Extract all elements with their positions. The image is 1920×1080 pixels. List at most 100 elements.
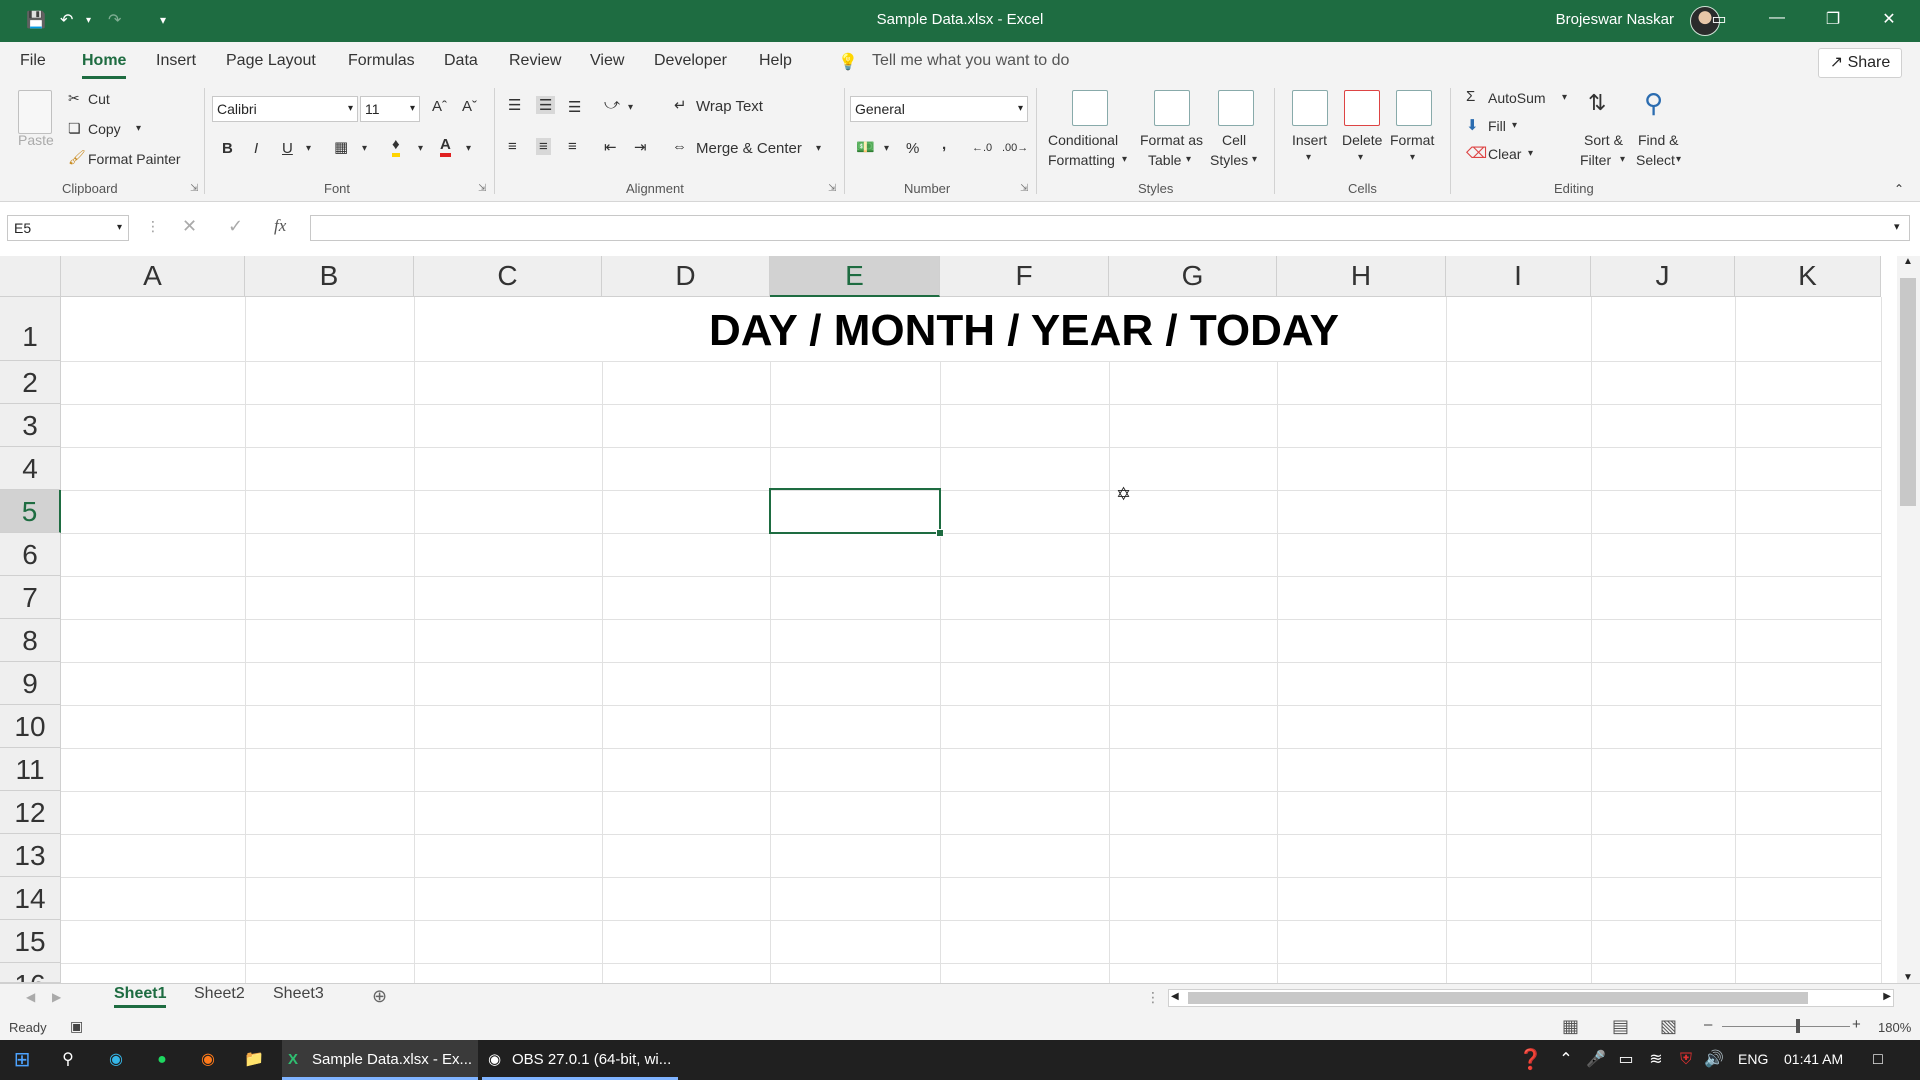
clear-button[interactable]: Clear [1488, 146, 1521, 162]
zoom-slider-thumb[interactable] [1796, 1019, 1800, 1033]
format-cells-button[interactable]: Format [1390, 132, 1434, 148]
underline-button[interactable]: U [282, 140, 293, 157]
conditional-formatting-icon[interactable] [1072, 90, 1108, 126]
middle-align-icon[interactable]: ☰ [536, 96, 556, 114]
decrease-decimal-icon[interactable]: .00→ [1002, 142, 1028, 154]
format-painter-button[interactable]: Format Painter [88, 151, 181, 167]
page-layout-view-icon[interactable]: ▤ [1612, 1016, 1629, 1037]
autosum-dropdown-icon[interactable]: ▾ [1562, 92, 1567, 103]
merge-center-button[interactable]: Merge & Center [696, 140, 802, 157]
conditional-formatting-label-1[interactable]: Conditional [1048, 132, 1118, 148]
sort-filter-label-2[interactable]: Filter [1580, 152, 1611, 168]
row-header-2[interactable]: 2 [0, 361, 61, 404]
format-as-table-label-2[interactable]: Table [1148, 152, 1181, 168]
percent-style-button[interactable]: % [906, 140, 919, 157]
restore-icon[interactable]: ❐ [1818, 9, 1848, 29]
row-header-3[interactable]: 3 [0, 404, 61, 447]
row-header-10[interactable]: 10 [0, 705, 61, 748]
tab-file[interactable]: File [20, 52, 46, 70]
align-right-icon[interactable]: ≡ [568, 138, 577, 155]
tab-insert[interactable]: Insert [156, 52, 196, 70]
cell-styles-icon[interactable] [1218, 90, 1254, 126]
alignment-launcher-icon[interactable]: ⇲ [828, 183, 836, 194]
active-cell-e5[interactable] [769, 488, 944, 537]
bold-button[interactable]: B [222, 140, 233, 157]
font-color-dropdown-icon[interactable]: ▾ [466, 143, 471, 154]
tab-home[interactable]: Home [82, 52, 127, 79]
clear-dropdown-icon[interactable]: ▾ [1528, 148, 1533, 159]
number-launcher-icon[interactable]: ⇲ [1020, 183, 1028, 194]
scroll-left-icon[interactable]: ◀ [1171, 991, 1179, 1002]
language-indicator[interactable]: ENG [1738, 1051, 1768, 1067]
font-size-dropdown-icon[interactable]: ▾ [410, 97, 415, 121]
column-header-i[interactable]: I [1446, 256, 1591, 297]
delete-cells-dropdown-icon[interactable]: ▾ [1358, 152, 1363, 163]
more-options-icon[interactable]: ⋮ [146, 218, 160, 235]
page-break-view-icon[interactable]: ▧ [1660, 1016, 1677, 1037]
number-format-dropdown-icon[interactable]: ▾ [1018, 97, 1023, 121]
row-header-12[interactable]: 12 [0, 791, 61, 834]
copy-button[interactable]: Copy [88, 121, 121, 137]
share-button[interactable]: ↗ Share [1818, 48, 1902, 78]
font-name-dropdown-icon[interactable]: ▾ [348, 97, 353, 121]
firefox-icon[interactable]: ◉ [196, 1048, 220, 1072]
accessibility-icon[interactable]: ▣ [70, 1018, 83, 1035]
sheet-tab-sheet1[interactable]: Sheet1 [114, 985, 167, 1008]
row-header-5[interactable]: 5 [0, 490, 61, 533]
zoom-in-icon[interactable]: + [1852, 1016, 1861, 1033]
vertical-scroll-thumb[interactable] [1900, 278, 1916, 506]
accounting-format-icon[interactable]: 💵 [856, 138, 875, 156]
tab-formulas[interactable]: Formulas [348, 52, 415, 70]
fill-button[interactable]: Fill [1488, 118, 1506, 134]
expand-formula-bar-icon[interactable]: ▾ [1894, 220, 1900, 233]
find-select-dropdown-icon[interactable]: ▾ [1676, 154, 1681, 165]
zoom-slider[interactable] [1722, 1026, 1850, 1027]
accounting-dropdown-icon[interactable]: ▾ [884, 143, 889, 154]
column-header-f[interactable]: F [940, 256, 1109, 297]
format-cells-icon[interactable] [1396, 90, 1432, 126]
number-format-box[interactable]: General ▾ [850, 96, 1028, 122]
column-header-k[interactable]: K [1735, 256, 1881, 297]
row-header-15[interactable]: 15 [0, 920, 61, 963]
file-explorer-icon[interactable]: 📁 [242, 1048, 266, 1072]
prev-sheet-icon[interactable]: ◀ [26, 990, 35, 1004]
name-box[interactable]: E5 ▾ [7, 215, 129, 241]
new-sheet-icon[interactable]: ⊕ [372, 986, 387, 1007]
search-icon[interactable]: ⚲ [56, 1048, 80, 1072]
minimize-icon[interactable]: — [1762, 9, 1792, 27]
decrease-indent-icon[interactable]: ⇤ [604, 138, 617, 156]
volume-icon[interactable]: 🔊 [1702, 1048, 1726, 1072]
taskbar-app-excel[interactable]: X Sample Data.xlsx - Ex... [282, 1040, 478, 1080]
delete-cells-icon[interactable] [1344, 90, 1380, 126]
sort-filter-icon[interactable]: ⇅ [1588, 90, 1606, 116]
row-header-7[interactable]: 7 [0, 576, 61, 619]
edge-icon[interactable]: ◉ [104, 1048, 128, 1072]
borders-icon[interactable]: ▦ [334, 138, 348, 156]
row-header-16[interactable]: 16 [0, 963, 61, 983]
scroll-up-icon[interactable]: ▲ [1903, 256, 1913, 267]
decrease-font-size-icon[interactable]: Aˇ [462, 98, 477, 115]
top-align-icon[interactable]: ☰ [508, 96, 521, 114]
column-header-c[interactable]: C [414, 256, 602, 297]
sort-filter-label-1[interactable]: Sort & [1584, 132, 1623, 148]
delete-cells-button[interactable]: Delete [1342, 132, 1382, 148]
orientation-dropdown-icon[interactable]: ▾ [628, 102, 633, 113]
clock[interactable]: 01:41 AM [1784, 1051, 1843, 1067]
insert-cells-icon[interactable] [1292, 90, 1328, 126]
column-header-j[interactable]: J [1591, 256, 1735, 297]
tab-view[interactable]: View [590, 52, 624, 70]
row-header-13[interactable]: 13 [0, 834, 61, 877]
row-header-1[interactable]: 1 [0, 297, 61, 361]
tab-review[interactable]: Review [509, 52, 561, 70]
fill-color-icon[interactable]: ♦ [392, 136, 400, 157]
column-header-d[interactable]: D [602, 256, 770, 297]
row-header-6[interactable]: 6 [0, 533, 61, 576]
format-as-table-dropdown-icon[interactable]: ▾ [1186, 154, 1191, 165]
comma-style-button[interactable]: , [942, 136, 946, 153]
column-header-h[interactable]: H [1277, 256, 1446, 297]
format-cells-dropdown-icon[interactable]: ▾ [1410, 152, 1415, 163]
increase-font-size-icon[interactable]: Aˆ [432, 98, 447, 115]
bottom-align-icon[interactable]: ☰ [568, 98, 581, 116]
font-name-box[interactable]: Calibri ▾ [212, 96, 358, 122]
increase-indent-icon[interactable]: ⇥ [634, 138, 647, 156]
